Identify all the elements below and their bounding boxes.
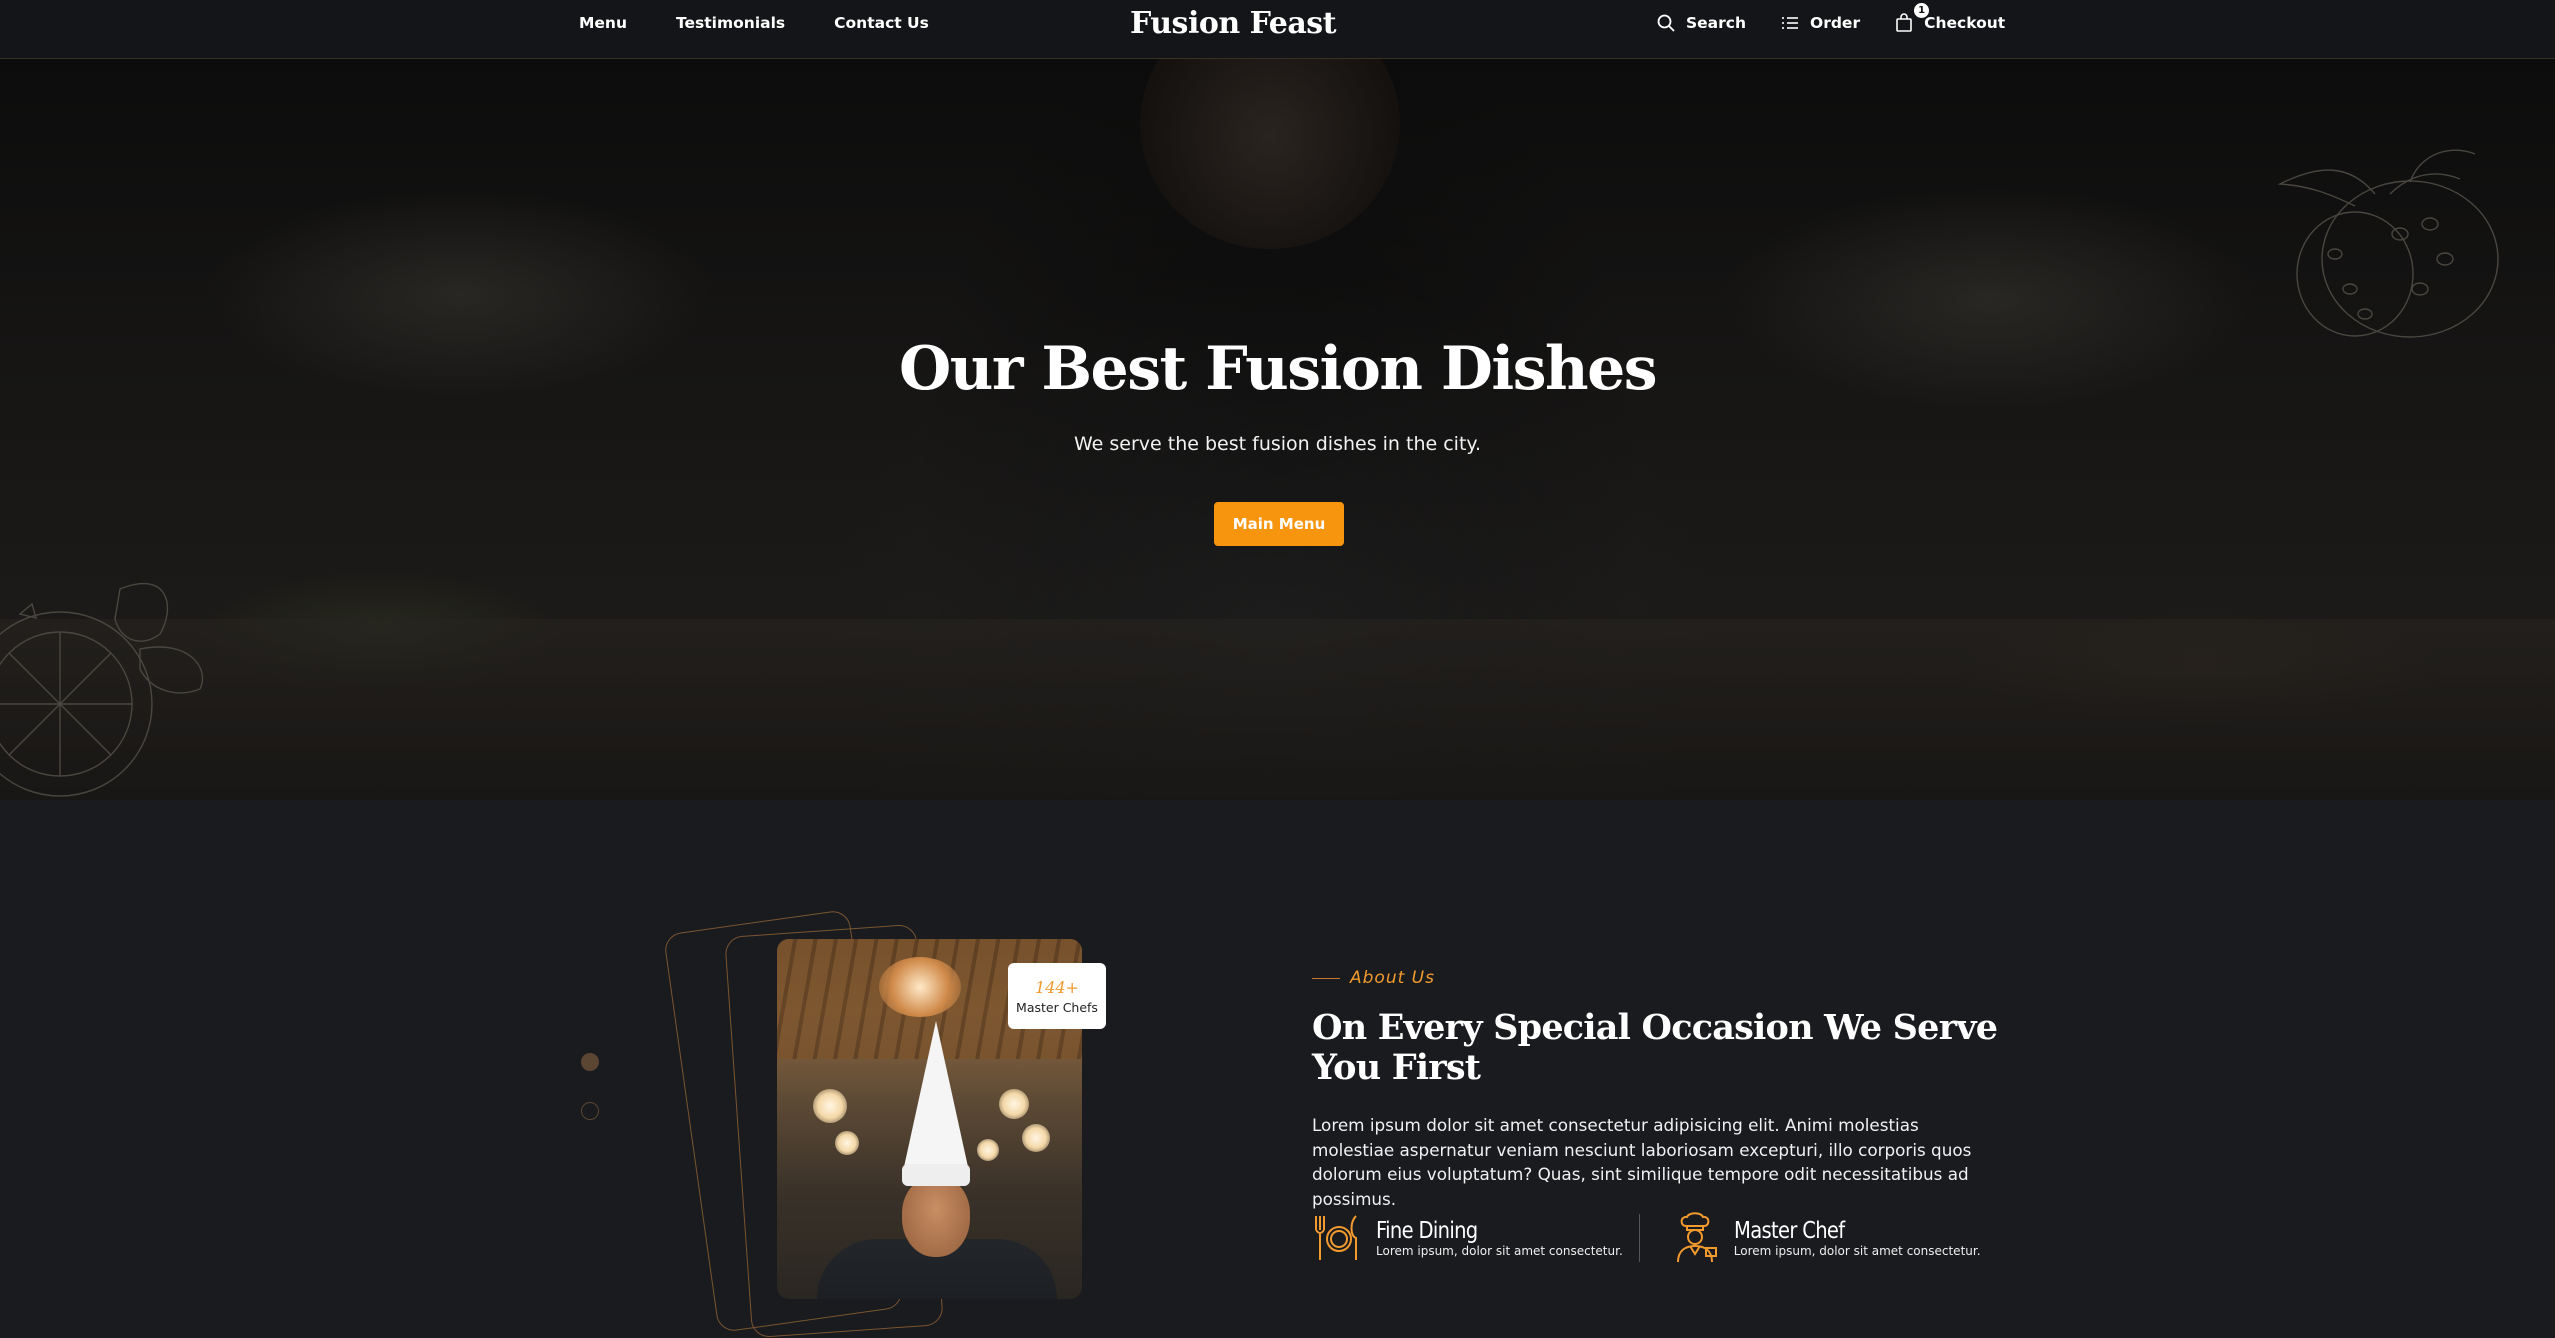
chef-icon — [1676, 1212, 1717, 1263]
search-icon — [1657, 14, 1675, 32]
kicker-text: About Us — [1350, 968, 1435, 988]
decor-dot-filled — [581, 1053, 599, 1071]
checkout-button[interactable]: 1 Checkout — [1894, 3, 2006, 33]
decor-dot-ring — [581, 1102, 599, 1120]
nav-link-contact-us[interactable]: Contact Us — [834, 14, 929, 32]
pendant-lamp — [835, 1131, 859, 1155]
hero-title: Our Best Fusion Dishes — [898, 334, 1658, 404]
header-actions: Search Order 1 Checkout — [1656, 0, 2005, 46]
chef-hat — [902, 1021, 970, 1176]
badge-number: 144+ — [1035, 977, 1079, 997]
hero-section: Our Best Fusion Dishes We serve the best… — [0, 59, 2555, 800]
tomato-outline-icon — [2277, 149, 2499, 338]
pendant-lamp — [879, 957, 961, 1017]
feature-desc: Lorem ipsum, dolor sit amet consectetur. — [1376, 1244, 1623, 1258]
about-section: 144+ Master Chefs About Us On Every Spec… — [0, 800, 2555, 1338]
search-label: Search — [1686, 14, 1747, 32]
nav-link-testimonials[interactable]: Testimonials — [676, 14, 785, 32]
kicker-line — [1312, 977, 1340, 979]
site-header: Menu Testimonials Contact Us Fusion Feas… — [0, 0, 2555, 59]
chef-face — [902, 1177, 970, 1257]
main-nav: Menu Testimonials Contact Us — [579, 0, 929, 46]
about-heading: On Every Special Occasion We Serve You F… — [1312, 1007, 1998, 1088]
about-text-block: About Us On Every Special Occasion We Se… — [1312, 968, 2012, 1211]
checkout-label: Checkout — [1924, 14, 2006, 32]
feature-title: Fine Dining — [1376, 1218, 1478, 1244]
utensils-plate-icon — [1315, 1215, 1357, 1260]
about-body: Lorem ipsum dolor sit amet consectetur a… — [1312, 1115, 1972, 1209]
search-button[interactable]: Search — [1656, 13, 1746, 33]
feature-desc: Lorem ipsum, dolor sit amet consectetur. — [1733, 1244, 1981, 1258]
pendant-lamp — [813, 1089, 847, 1123]
feature-fine-dining: Fine Dining Lorem ipsum, dolor sit amet … — [1312, 1212, 1623, 1264]
shopping-bag-icon — [1896, 13, 1912, 32]
feature-list: Fine Dining Lorem ipsum, dolor sit amet … — [1312, 1212, 1981, 1264]
pendant-lamp — [999, 1089, 1029, 1119]
hero-subtitle: We serve the best fusion dishes in the c… — [1074, 433, 1481, 455]
badge-label: Master Chefs — [1016, 999, 1098, 1015]
feature-title: Master Chef — [1733, 1218, 1845, 1244]
feature-master-chef: Master Chef Lorem ipsum, dolor sit amet … — [1674, 1212, 1981, 1264]
about-kicker: About Us — [1312, 968, 2012, 988]
nav-link-menu[interactable]: Menu — [579, 14, 627, 32]
master-chefs-badge: 144+ Master Chefs — [1008, 963, 1106, 1029]
order-label: Order — [1810, 14, 1861, 32]
pendant-lamp — [977, 1139, 999, 1161]
chef-hat-band — [902, 1164, 970, 1186]
pendant-lamp — [1022, 1124, 1050, 1152]
lemon-outline-icon — [0, 582, 204, 797]
hero-background-counter — [0, 619, 2555, 800]
order-button[interactable]: Order — [1780, 13, 1860, 33]
cart-count-badge: 1 — [1914, 3, 1930, 18]
main-menu-button[interactable]: Main Menu — [1214, 502, 1344, 546]
list-icon — [1782, 17, 1799, 29]
brand-logo[interactable]: Fusion Feast — [1130, 0, 1337, 46]
feature-divider — [1638, 1214, 1640, 1262]
